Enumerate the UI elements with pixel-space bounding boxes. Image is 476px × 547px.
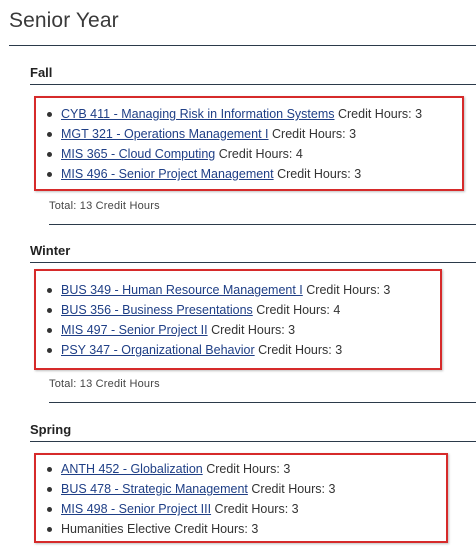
list-item: MGT 321 - Operations Management I Credit… xyxy=(44,124,422,144)
credit-hours: Credit Hours: 4 xyxy=(218,147,303,161)
course-link[interactable]: MGT 321 - Operations Management I xyxy=(61,127,269,141)
total-divider xyxy=(49,402,476,403)
credit-hours: Credit Hours: 4 xyxy=(256,303,341,317)
list-item: Humanities Elective Credit Hours: 3 xyxy=(44,519,335,539)
bullet-icon xyxy=(47,112,52,117)
course-link[interactable]: BUS 478 - Strategic Management xyxy=(61,482,248,496)
total-divider xyxy=(49,224,476,225)
list-item: CYB 411 - Managing Risk in Information S… xyxy=(44,104,422,124)
credit-hours: Credit Hours: 3 xyxy=(272,127,357,141)
course-list: CYB 411 - Managing Risk in Information S… xyxy=(44,104,422,184)
credit-hours: Credit Hours: 3 xyxy=(258,343,343,357)
term-heading: Winter xyxy=(30,243,71,258)
list-item: MIS 365 - Cloud Computing Credit Hours: … xyxy=(44,144,422,164)
course-list: ANTH 452 - Globalization Credit Hours: 3… xyxy=(44,459,335,539)
bullet-icon xyxy=(47,152,52,157)
bullet-icon xyxy=(47,288,52,293)
bullet-icon xyxy=(47,328,52,333)
term-total: Total: 13 Credit Hours xyxy=(49,200,160,212)
credit-hours: Credit Hours: 3 xyxy=(206,462,291,476)
credit-hours: Credit Hours: 3 xyxy=(277,167,362,181)
credit-hours: Credit Hours: 3 xyxy=(214,502,299,516)
credit-hours: Credit Hours: 3 xyxy=(251,482,336,496)
bullet-icon xyxy=(47,507,52,512)
bullet-icon xyxy=(47,527,52,532)
course-link[interactable]: CYB 411 - Managing Risk in Information S… xyxy=(61,107,335,121)
course-link[interactable]: MIS 365 - Cloud Computing xyxy=(61,147,215,161)
term-divider xyxy=(30,262,476,263)
list-item: BUS 478 - Strategic Management Credit Ho… xyxy=(44,479,335,499)
list-item: MIS 498 - Senior Project III Credit Hour… xyxy=(44,499,335,519)
course-highlight-box: CYB 411 - Managing Risk in Information S… xyxy=(34,96,464,191)
term-divider xyxy=(30,441,476,442)
bullet-icon xyxy=(47,348,52,353)
credit-hours: Credit Hours: 3 xyxy=(306,283,391,297)
list-item: BUS 349 - Human Resource Management I Cr… xyxy=(44,280,390,300)
bullet-icon xyxy=(47,487,52,492)
credit-hours: Credit Hours: 3 xyxy=(174,522,259,536)
bullet-icon xyxy=(47,172,52,177)
bullet-icon xyxy=(47,467,52,472)
course-highlight-box: ANTH 452 - Globalization Credit Hours: 3… xyxy=(34,453,448,543)
course-link[interactable]: PSY 347 - Organizational Behavior xyxy=(61,343,255,357)
list-item: MIS 496 - Senior Project Management Cred… xyxy=(44,164,422,184)
term-heading: Fall xyxy=(30,65,53,80)
list-item: MIS 497 - Senior Project II Credit Hours… xyxy=(44,320,390,340)
course-link[interactable]: MIS 497 - Senior Project II xyxy=(61,323,208,337)
term-total: Total: 13 Credit Hours xyxy=(49,378,160,390)
term-heading: Spring xyxy=(30,422,72,437)
list-item: ANTH 452 - Globalization Credit Hours: 3 xyxy=(44,459,335,479)
list-item: BUS 356 - Business Presentations Credit … xyxy=(44,300,390,320)
course-link[interactable]: MIS 498 - Senior Project III xyxy=(61,502,211,516)
title-divider xyxy=(9,45,476,46)
course-link[interactable]: ANTH 452 - Globalization xyxy=(61,462,203,476)
course-link[interactable]: BUS 349 - Human Resource Management I xyxy=(61,283,303,297)
credit-hours: Credit Hours: 3 xyxy=(337,107,423,121)
term-divider xyxy=(30,84,476,85)
course-name: Humanities Elective xyxy=(61,522,171,536)
bullet-icon xyxy=(47,308,52,313)
page-title: Senior Year xyxy=(9,9,119,32)
course-list: BUS 349 - Human Resource Management I Cr… xyxy=(44,280,390,360)
course-link[interactable]: MIS 496 - Senior Project Management xyxy=(61,167,274,181)
course-link[interactable]: BUS 356 - Business Presentations xyxy=(61,303,253,317)
course-highlight-box: BUS 349 - Human Resource Management I Cr… xyxy=(34,269,442,370)
bullet-icon xyxy=(47,132,52,137)
credit-hours: Credit Hours: 3 xyxy=(211,323,296,337)
list-item: PSY 347 - Organizational Behavior Credit… xyxy=(44,340,390,360)
